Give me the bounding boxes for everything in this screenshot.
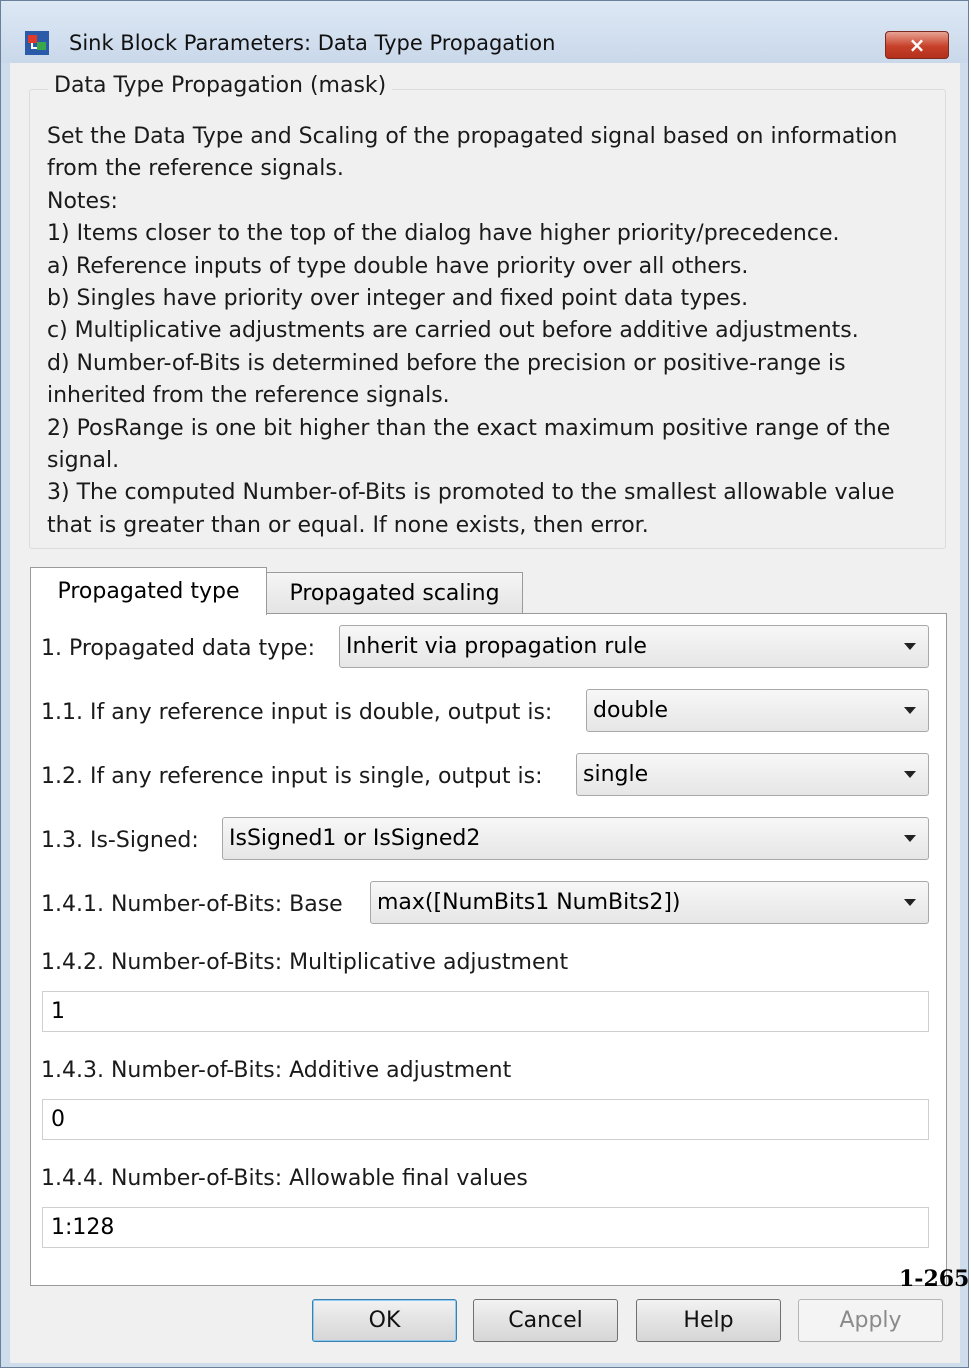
dialog-window: Sink Block Parameters: Data Type Propaga… — [0, 0, 969, 1368]
numbits-mult-input[interactable]: 1 — [42, 991, 929, 1032]
description-line: Set the Data Type and Scaling of the pro… — [47, 124, 898, 149]
close-button[interactable]: × — [885, 31, 949, 59]
chevron-down-icon — [904, 771, 916, 778]
description-line: from the reference signals. — [47, 156, 344, 182]
is-signed-select[interactable]: IsSigned1 or IsSigned2 — [222, 817, 929, 860]
description-line: inherited from the reference signals. — [47, 383, 450, 409]
help-button[interactable]: Help — [636, 1299, 781, 1342]
chevron-down-icon — [904, 899, 916, 906]
description-line: that is greater than or equal. If none e… — [47, 512, 649, 538]
description-line: Notes: — [47, 188, 118, 214]
mask-group-legend: Data Type Propagation (mask) — [48, 73, 393, 98]
description-line: 3) The computed Number-of-Bits is promot… — [47, 480, 895, 506]
cancel-button[interactable]: Cancel — [473, 1299, 618, 1342]
title-bar[interactable]: Sink Block Parameters: Data Type Propaga… — [1, 1, 968, 63]
window-title: Sink Block Parameters: Data Type Propaga… — [69, 31, 556, 55]
dialog-client-area: Data Type Propagation (mask) Set the Dat… — [10, 63, 960, 1363]
double-output-value: double — [593, 698, 668, 723]
numbits-allowable-label: 1.4.4. Number-of-Bits: Allowable final v… — [41, 1166, 528, 1191]
numbits-add-label: 1.4.3. Number-of-Bits: Additive adjustme… — [41, 1058, 512, 1083]
is-signed-label: 1.3. Is-Signed: — [41, 828, 199, 853]
chevron-down-icon — [904, 643, 916, 650]
single-output-value: single — [583, 762, 649, 787]
double-output-select[interactable]: double — [586, 689, 929, 732]
numbits-base-label: 1.4.1. Number-of-Bits: Base — [41, 892, 343, 917]
single-output-label: 1.2. If any reference input is single, o… — [41, 764, 543, 789]
page-number: 1-265 — [899, 1266, 970, 1292]
is-signed-value: IsSigned1 or IsSigned2 — [229, 826, 481, 851]
propagated-data-type-select[interactable]: Inherit via propagation rule — [339, 625, 929, 668]
propagated-data-type-value: Inherit via propagation rule — [346, 634, 647, 659]
description-line: b) Singles have priority over integer an… — [47, 286, 749, 312]
numbits-base-value: max([NumBits1 NumBits2]) — [377, 890, 681, 915]
numbits-add-input[interactable]: 0 — [42, 1099, 929, 1140]
description-line: signal. — [47, 448, 120, 474]
description-line: a) Reference inputs of type double have … — [47, 253, 749, 279]
numbits-base-select[interactable]: max([NumBits1 NumBits2]) — [370, 881, 929, 924]
tab-propagated-scaling[interactable]: Propagated scaling — [266, 572, 523, 614]
single-output-select[interactable]: single — [576, 753, 929, 796]
numbits-mult-label: 1.4.2. Number-of-Bits: Multiplicative ad… — [41, 950, 569, 975]
chevron-down-icon — [904, 835, 916, 842]
description-line: 2) PosRange is one bit higher than the e… — [47, 415, 891, 441]
ok-button[interactable]: OK — [312, 1299, 457, 1342]
apply-button[interactable]: Apply — [798, 1299, 943, 1342]
numbits-allowable-input[interactable]: 1:128 — [42, 1207, 929, 1248]
double-output-label: 1.1. If any reference input is double, o… — [41, 700, 553, 725]
description-line: d) Number-of-Bits is determined before t… — [47, 350, 846, 376]
mask-description: Set the Data Type and Scaling of the pro… — [47, 121, 942, 542]
description-line: c) Multiplicative adjustments are carrie… — [47, 318, 859, 344]
description-line: 1) Items closer to the top of the dialog… — [47, 221, 840, 247]
tab-propagated-type[interactable]: Propagated type — [30, 567, 267, 615]
close-icon: × — [908, 33, 926, 57]
chevron-down-icon — [904, 707, 916, 714]
propagated-data-type-label: 1. Propagated data type: — [41, 636, 316, 661]
simulink-app-icon — [25, 31, 49, 55]
